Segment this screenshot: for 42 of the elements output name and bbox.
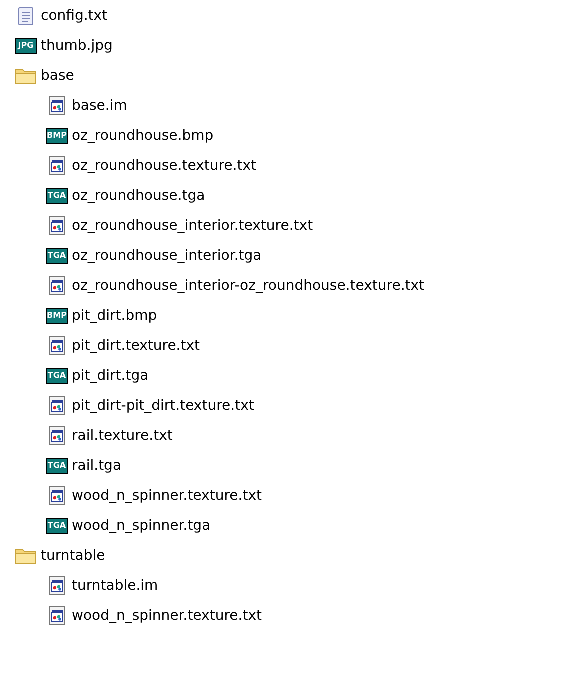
file-name[interactable]: oz_roundhouse_interior.texture.txt <box>72 216 314 236</box>
folder-name[interactable]: turntable <box>41 546 106 566</box>
folder-name[interactable]: base <box>41 66 74 86</box>
file-name[interactable]: rail.texture.txt <box>72 426 173 446</box>
image-file-icon: BMP <box>46 128 68 144</box>
document-icon <box>48 486 66 506</box>
file-name[interactable]: thumb.jpg <box>41 36 113 56</box>
document-icon <box>48 606 66 626</box>
file-name[interactable]: rail.tga <box>72 456 122 476</box>
file-name[interactable]: pit_dirt.texture.txt <box>72 336 200 356</box>
text-file-icon <box>18 6 34 26</box>
file-name[interactable]: oz_roundhouse.tga <box>72 186 206 206</box>
file-name[interactable]: pit_dirt.bmp <box>72 306 158 326</box>
image-file-icon: TGA <box>46 458 68 474</box>
file-name[interactable]: turntable.im <box>72 576 158 596</box>
document-icon <box>48 426 66 446</box>
file-name[interactable]: oz_roundhouse_interior-oz_roundhouse.texture.txt <box>72 276 425 296</box>
file-name[interactable]: config.txt <box>41 6 108 26</box>
file-name[interactable]: oz_roundhouse.texture.txt <box>72 156 257 176</box>
document-icon <box>48 576 66 596</box>
folder-icon <box>15 547 37 565</box>
file-name[interactable]: oz_roundhouse.bmp <box>72 126 214 146</box>
image-file-icon: TGA <box>46 368 68 384</box>
document-icon <box>48 156 66 176</box>
file-name[interactable]: base.im <box>72 96 128 116</box>
file-name[interactable]: wood_n_spinner.tga <box>72 516 211 536</box>
image-file-icon: TGA <box>46 518 68 534</box>
file-name[interactable]: oz_roundhouse_interior.tga <box>72 246 262 266</box>
image-file-icon: BMP <box>46 308 68 324</box>
document-icon <box>48 396 66 416</box>
document-icon <box>48 336 66 356</box>
file-name[interactable]: wood_n_spinner.texture.txt <box>72 486 262 506</box>
document-icon <box>48 96 66 116</box>
image-file-icon: TGA <box>46 248 68 264</box>
document-icon <box>48 276 66 296</box>
folder-icon <box>15 67 37 85</box>
file-name[interactable]: pit_dirt.tga <box>72 366 149 386</box>
file-name[interactable]: wood_n_spinner.texture.txt <box>72 606 262 626</box>
file-name[interactable]: pit_dirt-pit_dirt.texture.txt <box>72 396 254 416</box>
image-file-icon: TGA <box>46 188 68 204</box>
image-file-icon: JPG <box>15 38 37 54</box>
document-icon <box>48 216 66 236</box>
